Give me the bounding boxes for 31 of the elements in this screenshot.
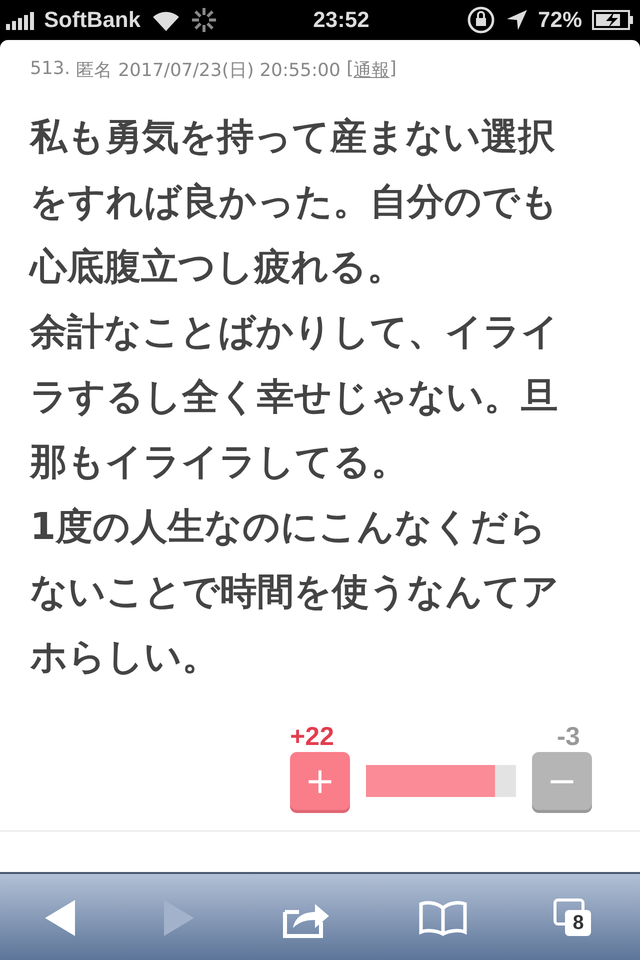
- rotation-lock-icon: [466, 5, 496, 35]
- comment-text-line: をすれば良かった。自分のでも: [30, 179, 559, 225]
- location-icon: [506, 9, 528, 31]
- author-name: 匿名: [76, 59, 112, 82]
- carrier-name: SoftBank: [44, 7, 141, 33]
- comment-text-line: ないことで時間を使うなんてア: [30, 569, 560, 615]
- comment-text-line: 心底腹立つし疲れる。: [30, 244, 405, 290]
- spinner-icon: [190, 7, 217, 33]
- bracket: [: [346, 58, 354, 81]
- comment-text-line: ホらしい。: [30, 634, 220, 680]
- battery-percent: 72%: [538, 7, 582, 33]
- comment-text-line: ラするし全く幸せじゃない。旦: [30, 374, 559, 420]
- bracket: ]: [389, 58, 396, 81]
- clock: 23:52: [313, 7, 370, 33]
- back-icon[interactable]: [42, 898, 77, 938]
- plus-button[interactable]: +: [290, 752, 350, 810]
- battery-icon: [592, 9, 634, 31]
- comment-text-line: 余計なことばかりして、イライ: [30, 309, 560, 355]
- comment-number: 513.: [30, 58, 70, 81]
- wifi-icon: [150, 9, 181, 31]
- post-date: 2017/07/23(日) 20:55:00: [118, 59, 340, 82]
- comment-text-line: 私も勇気を持って産まない選択: [30, 114, 556, 160]
- bookmarks-icon[interactable]: [418, 900, 468, 936]
- minus-count: -3: [556, 721, 580, 752]
- signal-icon: [6, 10, 34, 30]
- minus-button[interactable]: −: [532, 752, 592, 810]
- comment-text-line: 1度の人生なのにこんなくだら: [30, 504, 548, 550]
- plus-count: +22: [290, 721, 334, 752]
- comment-text-line: 那もイライラしてる。: [30, 439, 409, 485]
- report-link[interactable]: 通報: [353, 58, 390, 82]
- tabs-button[interactable]: 8: [553, 898, 598, 938]
